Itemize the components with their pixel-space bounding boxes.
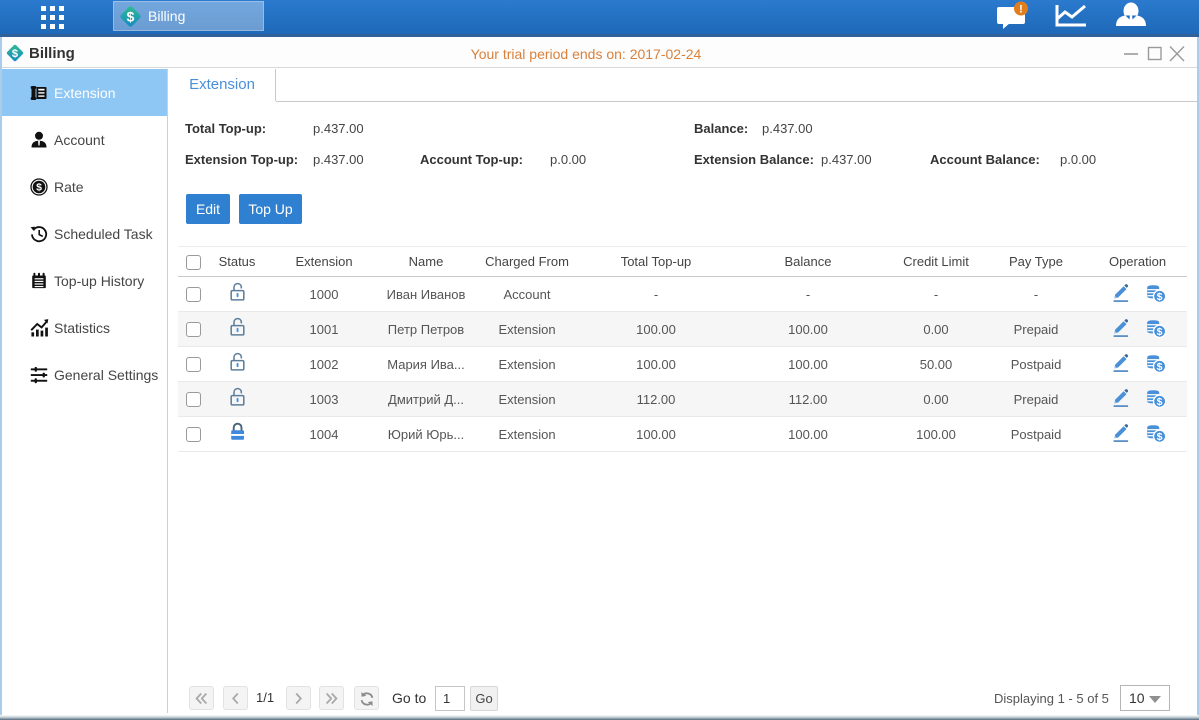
svg-text:$: $ — [127, 8, 135, 24]
svg-text:$: $ — [12, 48, 19, 60]
svg-text:$: $ — [1156, 326, 1162, 338]
svg-text:$: $ — [1156, 396, 1162, 408]
svg-text:$: $ — [1156, 431, 1162, 443]
svg-text:!: ! — [1019, 4, 1023, 16]
svg-text:$: $ — [36, 181, 42, 193]
svg-text:$: $ — [1156, 291, 1162, 303]
svg-text:$: $ — [1156, 361, 1162, 373]
